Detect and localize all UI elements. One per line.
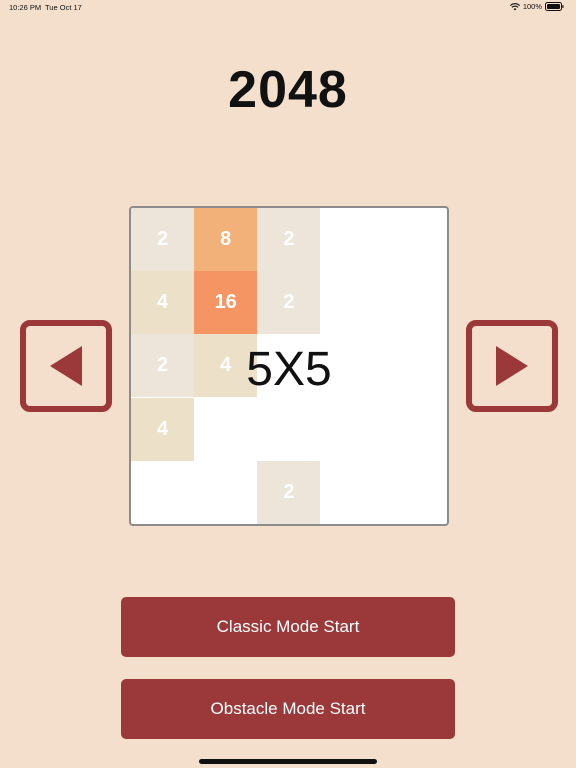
tile: 4 [131, 271, 194, 335]
battery-percent: 100% [522, 2, 542, 11]
tile: 2 [257, 208, 321, 271]
triangle-left-icon [50, 346, 82, 386]
page-title: 2048 [228, 61, 348, 119]
tile: 2 [257, 460, 321, 524]
wifi-icon [509, 2, 520, 10]
status-time: 10:26 PM [9, 3, 42, 12]
next-size-button[interactable] [466, 320, 558, 412]
status-date: Tue Oct 17 [45, 3, 82, 12]
tile: 2 [131, 208, 194, 271]
prev-size-button[interactable] [20, 320, 112, 412]
home-indicator [199, 759, 377, 764]
tile: 4 [131, 397, 194, 461]
tile: 2 [257, 271, 321, 335]
triangle-right-icon [496, 346, 528, 386]
status-bar: 10:26 PM Tue Oct 17 100% [0, 0, 576, 14]
board-preview: 2 8 2 4 16 2 2 4 4 2 5X5 [129, 206, 449, 526]
tile: 8 [194, 208, 258, 271]
status-indicators: 100% [509, 2, 564, 11]
classic-mode-start-button[interactable]: Classic Mode Start [121, 597, 455, 657]
obstacle-mode-start-button[interactable]: Obstacle Mode Start [121, 679, 455, 739]
tile: 16 [194, 271, 258, 335]
battery-icon [545, 2, 564, 11]
board-size-label: 5X5 [246, 343, 332, 396]
